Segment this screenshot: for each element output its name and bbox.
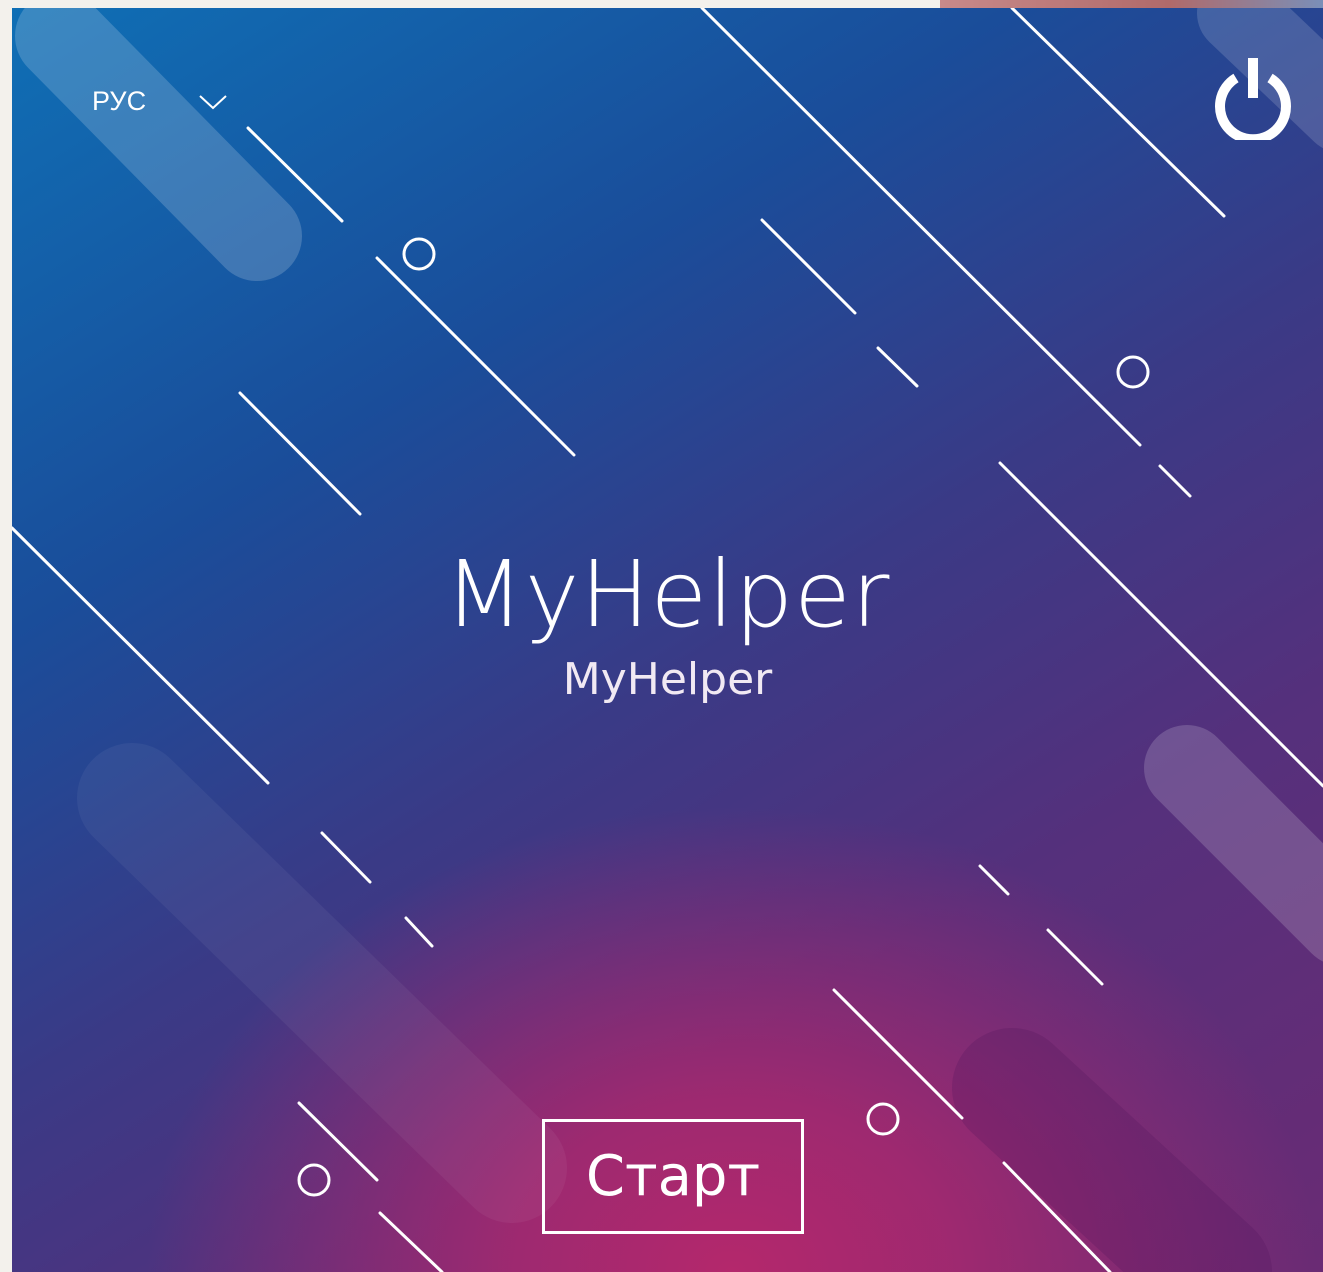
start-button[interactable]: Старт [542, 1119, 804, 1234]
language-selector[interactable]: РУС [92, 86, 228, 117]
title-block: MyHelper MyHelper [12, 536, 1323, 708]
power-button[interactable] [1210, 54, 1296, 145]
app-subtitle: MyHelper [562, 654, 773, 705]
language-label: РУС [92, 86, 147, 116]
app-window: РУС MyHelper MyHelper Старт [12, 8, 1323, 1272]
power-icon [1215, 58, 1291, 145]
app-title: MyHelper [444, 541, 891, 648]
background-window-edge [940, 0, 1323, 8]
chevron-down-icon [198, 93, 228, 111]
